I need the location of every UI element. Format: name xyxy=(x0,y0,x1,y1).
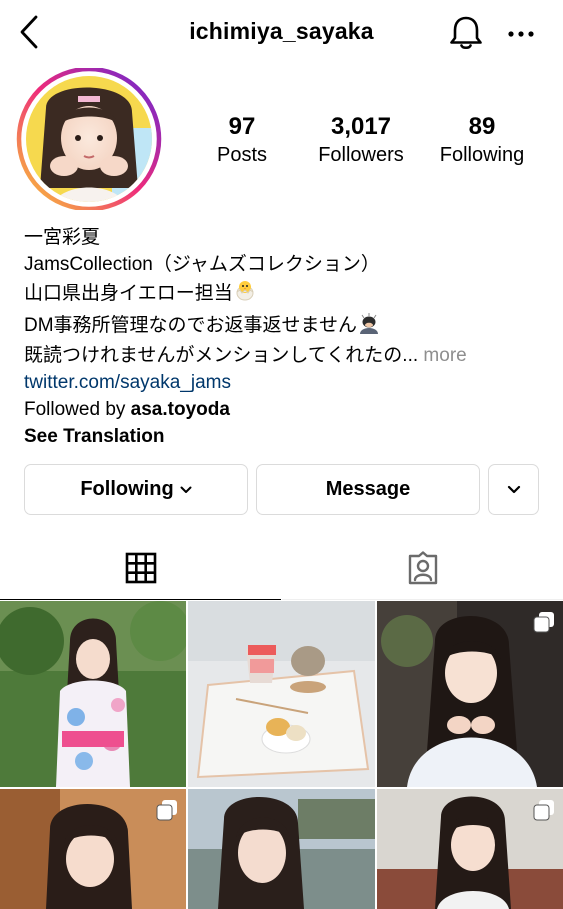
following-button-label: Following xyxy=(80,478,174,500)
bio-line-4-text: 既読つけれませんがメンションしてくれたの... xyxy=(24,345,419,366)
posts-count: 97 xyxy=(228,113,256,140)
bell-icon[interactable] xyxy=(448,14,484,52)
message-button-label: Message xyxy=(325,478,411,500)
following-count: 89 xyxy=(468,113,496,140)
avatar[interactable] xyxy=(16,66,162,212)
chevron-down-icon xyxy=(507,485,521,494)
bio-more-link[interactable]: more xyxy=(423,345,466,366)
bio-website-link[interactable]: twitter.com/sayaka_jams xyxy=(24,369,554,396)
suggested-accounts-button[interactable] xyxy=(488,464,539,515)
message-button[interactable]: Message xyxy=(256,464,480,515)
post-thumbnail[interactable] xyxy=(0,789,186,909)
photo-grid xyxy=(0,601,563,909)
post-thumbnail[interactable] xyxy=(188,601,375,787)
followed-by: Followed by asa.toyoda xyxy=(24,396,554,423)
following-label: Following xyxy=(439,144,525,166)
following-button[interactable]: Following xyxy=(24,464,248,515)
chevron-down-icon xyxy=(180,486,192,494)
display-name: 一宮彩夏 xyxy=(24,227,101,248)
more-dots-icon[interactable] xyxy=(506,20,538,48)
bio-line-3: DM事務所管理なのでお返事返せません xyxy=(24,310,554,342)
multiple-posts-icon xyxy=(533,799,555,826)
post-thumbnail[interactable] xyxy=(188,789,375,909)
posts-label: Posts xyxy=(216,144,268,166)
bio-line-3-text: DM事務所管理なのでお返事返せません xyxy=(24,315,357,336)
followers-label: Followers xyxy=(318,144,404,166)
tagged-icon xyxy=(406,550,440,585)
bio-line-2-text: 山口県出身イエロー担当 xyxy=(24,283,233,304)
stat-following[interactable]: 89 Following xyxy=(428,112,536,168)
hatching-chick-icon xyxy=(233,278,257,310)
post-thumbnail[interactable] xyxy=(0,601,186,787)
bio-line-2: 山口県出身イエロー担当 xyxy=(24,278,554,310)
bio: 一宮彩夏 JamsCollection（ジャムズコレクション） 山口県出身イエロ… xyxy=(24,224,554,450)
see-translation-link[interactable]: See Translation xyxy=(24,423,554,450)
multiple-posts-icon xyxy=(533,611,555,638)
followed-by-user[interactable]: asa.toyoda xyxy=(131,399,230,420)
profile-tabs xyxy=(0,536,563,600)
grid-icon xyxy=(125,552,157,584)
multiple-posts-icon xyxy=(156,799,178,826)
bio-line-1: JamsCollection（ジャムズコレクション） xyxy=(24,254,380,275)
stat-followers[interactable]: 3,017 Followers xyxy=(306,112,416,168)
post-thumbnail[interactable] xyxy=(377,789,563,909)
followers-count: 3,017 xyxy=(330,113,392,140)
tab-tagged[interactable] xyxy=(282,536,563,600)
bio-line-4: 既読つけれませんがメンションしてくれたの... more xyxy=(24,342,554,369)
followed-by-prefix: Followed by xyxy=(24,399,126,420)
tab-posts-grid[interactable] xyxy=(0,536,281,600)
stat-posts[interactable]: 97 Posts xyxy=(198,112,286,168)
top-bar: ichimiya_sayaka xyxy=(0,0,563,66)
person-bowing-icon xyxy=(357,310,381,342)
post-thumbnail[interactable] xyxy=(377,601,563,787)
